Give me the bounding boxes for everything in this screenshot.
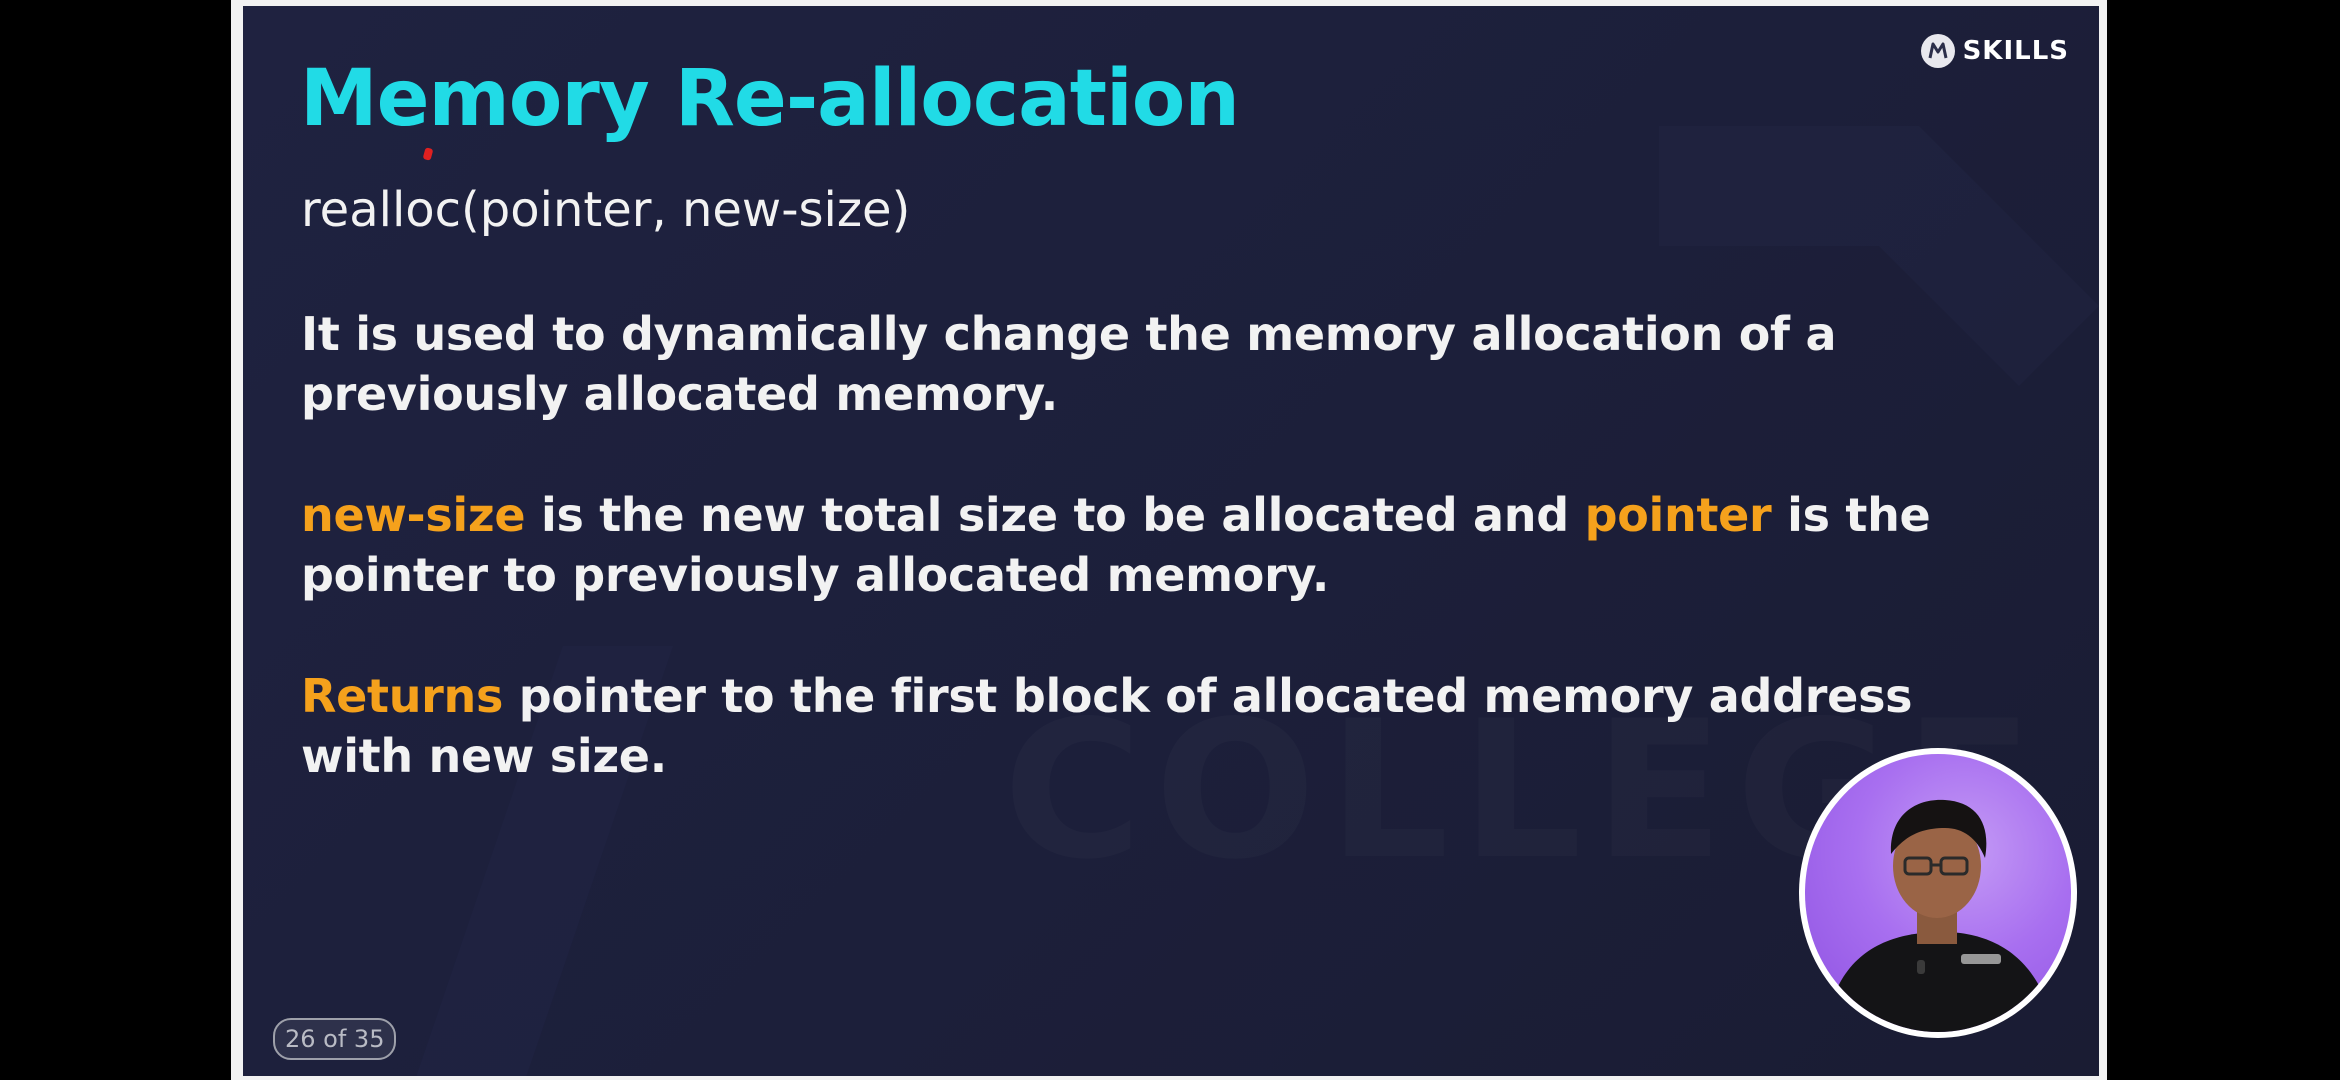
brand-logo: SKILLS bbox=[1920, 34, 2069, 68]
description-paragraph: It is used to dynamically change the mem… bbox=[301, 307, 1837, 421]
page-counter: 26 of 35 bbox=[273, 1018, 397, 1060]
returns-text: pointer to the first block of allocated … bbox=[301, 669, 1913, 783]
function-syntax: realloc(pointer, new-size) bbox=[301, 182, 911, 238]
highlight-returns: Returns bbox=[301, 669, 504, 723]
video-frame: COLLEGE WALLAH SKILLS Memory Re-allocati… bbox=[0, 0, 2340, 1080]
pw-logo-icon bbox=[1920, 34, 1955, 68]
presenter-video-icon bbox=[1805, 754, 2071, 1032]
slide: COLLEGE WALLAH SKILLS Memory Re-allocati… bbox=[243, 6, 2099, 1076]
returns-paragraph: Returns pointer to the first block of al… bbox=[301, 666, 2001, 786]
logo-text: SKILLS bbox=[1962, 36, 2069, 66]
highlight-new-size: new-size bbox=[301, 488, 526, 542]
presenter-video bbox=[1799, 748, 2077, 1038]
slide-title: Memory Re-allocation bbox=[300, 54, 1240, 144]
parameters-text-mid: is the new total size to be allocated an… bbox=[525, 488, 1585, 542]
pointer-cursor bbox=[422, 147, 434, 161]
parameters-paragraph: new-size is the new total size to be all… bbox=[301, 485, 2001, 605]
highlight-pointer: pointer bbox=[1584, 488, 1772, 542]
